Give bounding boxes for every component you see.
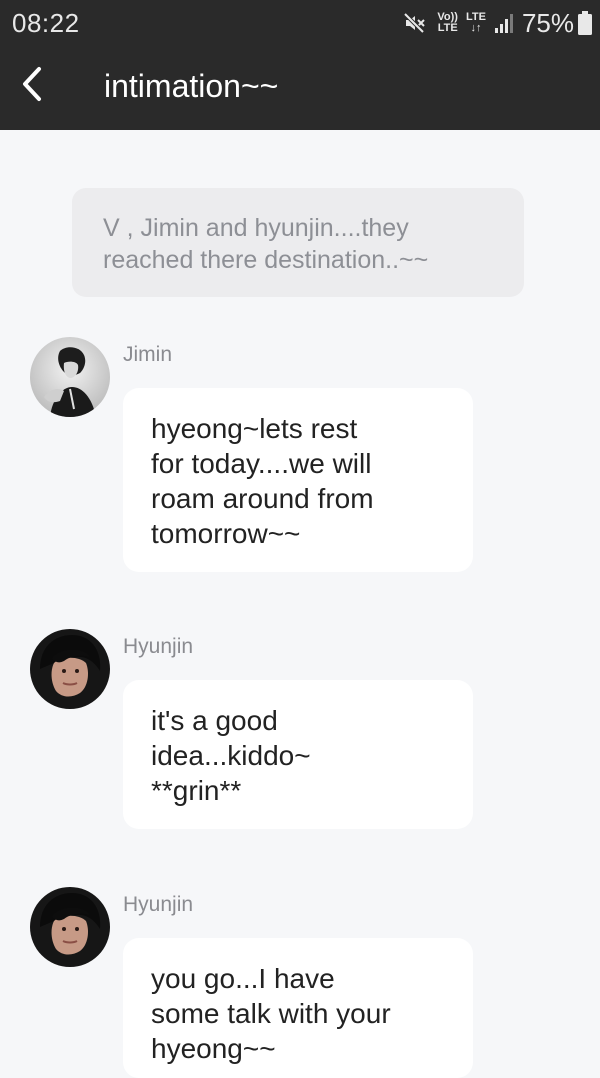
status-time: 08:22 xyxy=(12,8,80,38)
back-button[interactable] xyxy=(12,64,52,104)
message-line: **grin** xyxy=(151,775,242,806)
chat-title: intimation~~ xyxy=(104,68,279,104)
message-line: for today....we will xyxy=(151,448,372,479)
avatar-hyunjin[interactable] xyxy=(30,629,110,709)
volte-sub-label: LTE xyxy=(437,22,458,34)
message-bubble[interactable]: hyeong~lets rest for today....we will ro… xyxy=(123,388,473,572)
message-bubble[interactable]: you go...I have some talk with your hyeo… xyxy=(123,938,473,1078)
message-line: tomorrow~~ xyxy=(151,518,301,549)
network-arrows: ↓↑ xyxy=(470,22,482,34)
sender-name: Jimin xyxy=(123,343,173,366)
message-line: idea...kiddo~ xyxy=(151,740,311,771)
avatar-jimin[interactable] xyxy=(30,337,110,417)
sender-name: Hyunjin xyxy=(123,635,194,658)
message-bubble[interactable]: it's a good idea...kiddo~ **grin** xyxy=(123,680,473,829)
battery-percent: 75% xyxy=(521,7,574,38)
mute-icon xyxy=(403,11,427,35)
status-icons: Vo)) LTE LTE ↓↑ 75% xyxy=(403,6,592,40)
message-line: hyeong~~ xyxy=(151,1033,276,1064)
sender-name: Hyunjin xyxy=(123,893,194,916)
message-line: you go...I have xyxy=(151,963,335,994)
chevron-left-icon xyxy=(23,67,41,101)
network-indicator: LTE ↓↑ xyxy=(466,12,486,34)
avatar-hyunjin[interactable] xyxy=(30,887,110,967)
chat-header: intimation~~ xyxy=(0,46,600,130)
message-line: roam around from xyxy=(151,483,374,514)
system-note-line: V , Jimin and hyunjin....they xyxy=(103,214,409,242)
chat-area[interactable]: V , Jimin and hyunjin....they reached th… xyxy=(0,130,600,1078)
message-line: hyeong~lets rest xyxy=(151,413,358,444)
signal-icon xyxy=(494,12,516,34)
volte-indicator: Vo)) LTE xyxy=(437,12,458,34)
system-note: V , Jimin and hyunjin....they reached th… xyxy=(72,188,524,297)
message-line: it's a good xyxy=(151,705,278,736)
status-bar: 08:22 Vo)) LTE LTE ↓↑ 75% xyxy=(0,0,600,46)
battery-icon xyxy=(578,11,592,35)
system-note-line: reached there destination..~~ xyxy=(103,246,429,274)
message-line: some talk with your xyxy=(151,998,391,1029)
